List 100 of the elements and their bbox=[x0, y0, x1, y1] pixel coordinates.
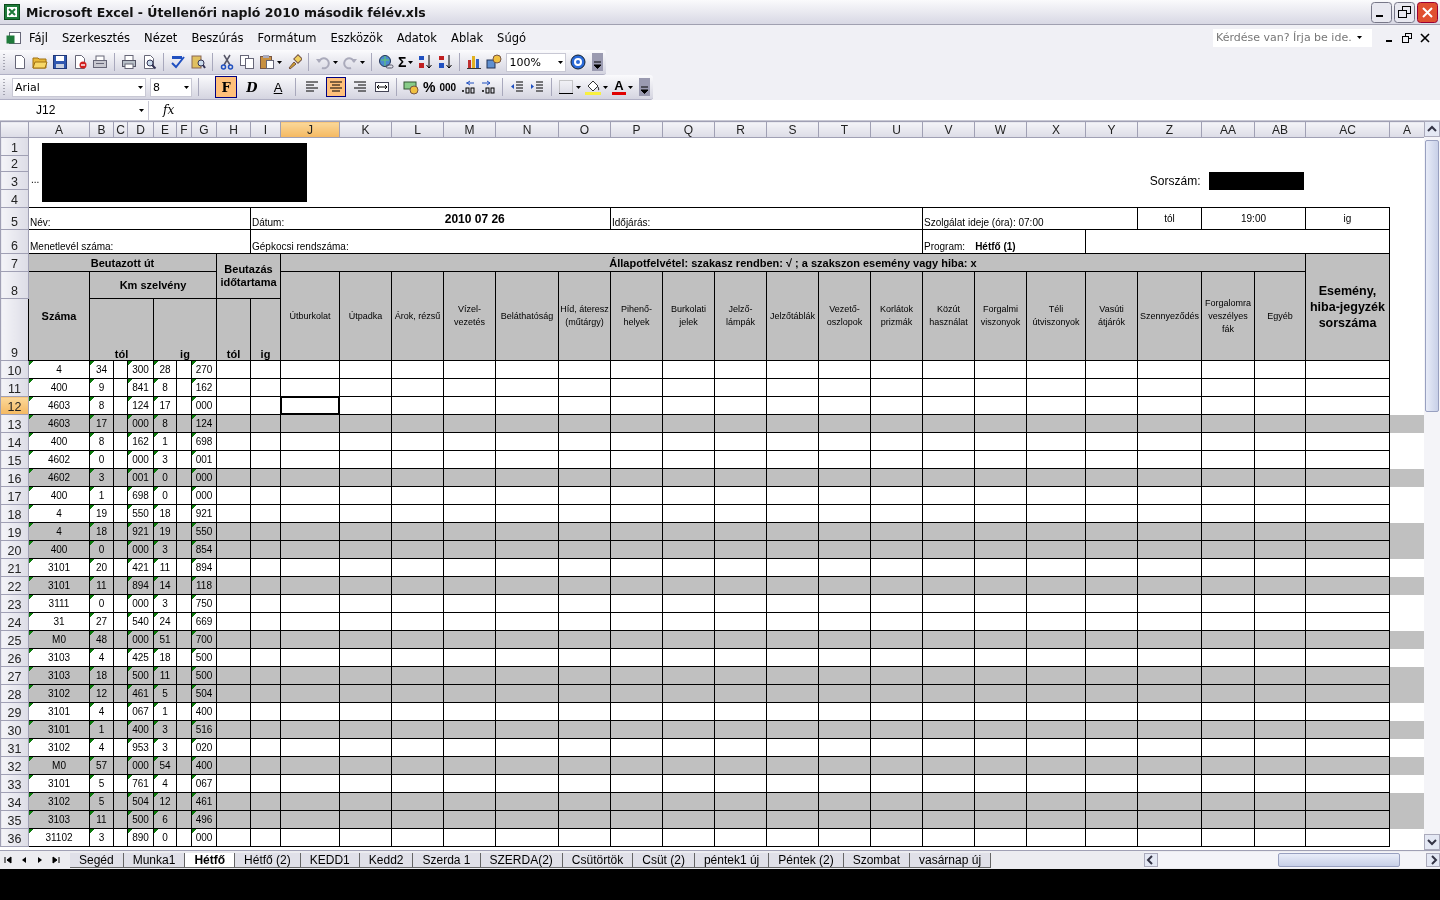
column-header[interactable]: G bbox=[191, 121, 217, 138]
column-header[interactable]: B bbox=[89, 121, 114, 138]
sheet-tab[interactable]: Szombat bbox=[843, 852, 910, 868]
column-header[interactable]: J bbox=[280, 121, 340, 138]
brush-icon[interactable] bbox=[286, 54, 302, 70]
column-header[interactable]: M bbox=[443, 121, 496, 138]
font-size-field[interactable]: 8 bbox=[150, 77, 192, 97]
zoom-field[interactable]: 100% bbox=[506, 52, 567, 72]
sheet-tab[interactable]: Kedd2 bbox=[359, 852, 414, 868]
column-header[interactable]: Z bbox=[1137, 121, 1202, 138]
decrease-decimal-icon[interactable] bbox=[480, 79, 497, 95]
column-header[interactable]: X bbox=[1026, 121, 1086, 138]
column-header[interactable]: AB bbox=[1254, 121, 1306, 138]
sheet-tab[interactable]: vasárnap új bbox=[910, 852, 992, 868]
column-header[interactable]: A bbox=[28, 121, 90, 138]
globe-icon[interactable] bbox=[378, 54, 394, 70]
column-header[interactable]: D bbox=[127, 121, 154, 138]
column-header[interactable]: AA bbox=[1201, 121, 1255, 138]
decrease-indent-icon[interactable] bbox=[509, 79, 526, 95]
toolbar-options-icon[interactable] bbox=[592, 53, 604, 71]
caret-icon[interactable] bbox=[333, 60, 338, 64]
book-icon[interactable] bbox=[190, 54, 206, 70]
column-header[interactable]: U bbox=[870, 121, 923, 138]
scissors-icon[interactable] bbox=[219, 54, 235, 70]
sheet-tab[interactable]: péntek1 új bbox=[694, 852, 770, 868]
caret-icon[interactable] bbox=[139, 108, 144, 112]
caret-icon[interactable] bbox=[627, 85, 633, 89]
column-header[interactable]: V bbox=[922, 121, 975, 138]
first-sheet-icon[interactable] bbox=[3, 855, 13, 865]
copy-icon[interactable] bbox=[239, 54, 255, 70]
sheet-tab[interactable]: Csüt (2) bbox=[633, 852, 695, 868]
vertical-scrollbar[interactable] bbox=[1424, 121, 1440, 850]
insert-function-button[interactable]: fx bbox=[159, 103, 179, 117]
caret-icon[interactable] bbox=[360, 60, 365, 64]
column-header[interactable]: P bbox=[610, 121, 663, 138]
toolbar-options-icon[interactable] bbox=[638, 78, 650, 96]
help-icon[interactable] bbox=[570, 54, 587, 70]
column-header[interactable]: A bbox=[1389, 121, 1424, 138]
caret-icon[interactable] bbox=[576, 85, 582, 89]
column-header[interactable]: E bbox=[153, 121, 177, 138]
caret-icon[interactable] bbox=[603, 85, 609, 89]
new-file-icon[interactable] bbox=[12, 54, 28, 70]
save-icon[interactable] bbox=[52, 54, 68, 70]
help-search-field[interactable]: Kérdése van? Írja be ide. bbox=[1213, 28, 1372, 47]
autosum-button[interactable]: Σ bbox=[398, 54, 407, 70]
caret-icon[interactable] bbox=[138, 85, 143, 89]
permission-icon[interactable] bbox=[72, 54, 88, 70]
menu-item[interactable]: Beszúrás bbox=[184, 28, 251, 47]
column-header[interactable]: H bbox=[216, 121, 251, 138]
menu-item[interactable]: Fájl bbox=[22, 28, 55, 47]
currency-icon[interactable] bbox=[403, 79, 419, 95]
row-header[interactable]: 9 bbox=[0, 298, 29, 361]
sheet-tab[interactable]: Csütörtök bbox=[562, 852, 634, 868]
bar-chart-icon[interactable] bbox=[466, 54, 483, 70]
column-header[interactable]: L bbox=[391, 121, 444, 138]
column-header[interactable]: N bbox=[495, 121, 559, 138]
menu-item[interactable]: Súgó bbox=[490, 28, 534, 47]
sheet-tab[interactable]: Hétfő bbox=[185, 852, 236, 868]
column-header[interactable]: AC bbox=[1305, 121, 1390, 138]
tray-icon[interactable] bbox=[92, 54, 108, 70]
row-header[interactable]: 6 bbox=[0, 229, 29, 254]
merge-center-icon[interactable] bbox=[374, 79, 390, 95]
sheet-tab[interactable]: SZERDA(2) bbox=[480, 852, 563, 868]
increase-decimal-icon[interactable] bbox=[460, 79, 477, 95]
check-mark-icon[interactable] bbox=[170, 54, 186, 70]
print-icon[interactable] bbox=[121, 54, 137, 70]
column-header[interactable]: I bbox=[250, 121, 281, 138]
scroll-down-icon[interactable] bbox=[1424, 834, 1440, 850]
shapes-icon[interactable] bbox=[486, 54, 503, 70]
thousands-button[interactable]: 000 bbox=[439, 81, 457, 93]
column-header[interactable]: W bbox=[974, 121, 1027, 138]
scroll-right-icon[interactable] bbox=[1426, 853, 1440, 867]
column-header[interactable]: Q bbox=[662, 121, 715, 138]
sheet-tab[interactable]: Szerda 1 bbox=[413, 852, 481, 868]
minimize-button[interactable] bbox=[1371, 1, 1392, 23]
borders-icon[interactable] bbox=[558, 79, 575, 95]
percent-button[interactable]: % bbox=[423, 79, 436, 95]
sheet-tab[interactable]: KEDD1 bbox=[300, 852, 360, 868]
restore-button[interactable] bbox=[1394, 1, 1415, 23]
column-header[interactable]: O bbox=[558, 121, 611, 138]
menu-item[interactable]: Eszközök bbox=[323, 28, 390, 47]
italic-button[interactable]: D bbox=[241, 76, 263, 98]
print-preview-icon[interactable] bbox=[141, 54, 157, 70]
sheet-tab[interactable]: Munka1 bbox=[123, 852, 186, 868]
scroll-thumb[interactable] bbox=[1425, 140, 1439, 412]
caret-icon[interactable] bbox=[277, 60, 282, 64]
row-header[interactable]: 8 bbox=[0, 271, 29, 299]
toolbar-grip-icon[interactable] bbox=[3, 78, 6, 96]
menu-item[interactable]: Adatok bbox=[389, 28, 444, 47]
font-field[interactable]: Arial bbox=[12, 77, 146, 97]
scroll-thumb[interactable] bbox=[1278, 853, 1400, 867]
column-header[interactable]: R bbox=[714, 121, 767, 138]
column-header[interactable]: S bbox=[766, 121, 819, 138]
bold-button[interactable]: F bbox=[215, 76, 237, 98]
last-sheet-icon[interactable] bbox=[51, 855, 61, 865]
menu-item[interactable]: Nézet bbox=[137, 28, 185, 47]
scroll-up-icon[interactable] bbox=[1424, 121, 1440, 137]
column-header[interactable]: Y bbox=[1085, 121, 1138, 138]
menu-item[interactable]: Formátum bbox=[250, 28, 324, 47]
caret-icon[interactable] bbox=[558, 60, 564, 64]
